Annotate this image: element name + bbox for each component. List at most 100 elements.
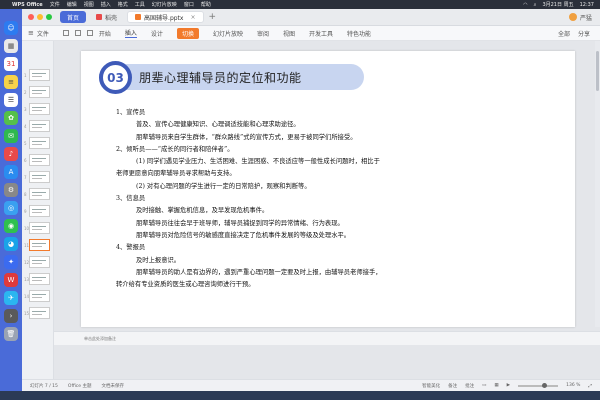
slide-thumbnail[interactable]: 4 bbox=[24, 120, 50, 132]
all-button[interactable]: 全部 bbox=[558, 29, 570, 38]
undo-icon[interactable] bbox=[86, 30, 93, 36]
tab-home[interactable]: 首页 bbox=[60, 11, 87, 23]
trash-icon[interactable]: 🗑 bbox=[4, 327, 18, 341]
file-menu[interactable]: ≡ 文件 bbox=[28, 29, 49, 38]
calendar-icon[interactable]: 31 bbox=[4, 57, 18, 71]
safari-icon[interactable]: ◎ bbox=[4, 201, 18, 215]
section-number-badge: 03 bbox=[99, 61, 132, 94]
app-menu[interactable]: WPS Office bbox=[12, 2, 43, 8]
ribbon-tab-transition[interactable]: 切换 bbox=[176, 27, 199, 39]
ribbon-tab-home[interactable]: 开始 bbox=[99, 29, 111, 38]
menu-view[interactable]: 视图 bbox=[84, 1, 94, 8]
desktop-background bbox=[0, 391, 600, 400]
finder-icon[interactable]: ☺ bbox=[4, 21, 18, 35]
vertical-scrollbar[interactable] bbox=[595, 41, 600, 327]
smart-beautify-button[interactable]: 智能美化 bbox=[422, 383, 440, 389]
slide-body[interactable]: 1、宣传员 普及、宣传心理健康知识、心理调适技能和心理求助途径。 朋辈辅导员来自… bbox=[116, 107, 571, 291]
tab-home-label: 首页 bbox=[67, 14, 80, 22]
ribbon-tab-features[interactable]: 特色功能 bbox=[347, 29, 371, 38]
sorter-view-icon[interactable]: ▦ bbox=[494, 383, 498, 388]
tab-document[interactable]: 高国辅导.pptx × bbox=[127, 11, 204, 23]
music-icon[interactable]: ♪ bbox=[4, 147, 18, 161]
maximize-window-icon[interactable] bbox=[46, 14, 52, 20]
photos-icon[interactable]: ✿ bbox=[4, 111, 18, 125]
comment-button[interactable]: 批注 bbox=[465, 383, 474, 389]
messages-icon[interactable]: ✉ bbox=[4, 129, 18, 143]
print-icon[interactable] bbox=[74, 30, 81, 36]
slide-thumbnail[interactable]: 15 bbox=[24, 307, 50, 319]
dingtalk-icon[interactable]: ✦ bbox=[4, 255, 18, 269]
feishu-icon[interactable]: ✈ bbox=[4, 291, 18, 305]
menu-insert[interactable]: 插入 bbox=[101, 1, 111, 8]
slide-thumbnail[interactable]: 1 bbox=[24, 69, 50, 81]
wps-window: 首页 稻壳 高国辅导.pptx × + 严猛 ≡ 文件 开始 插入 设计 切换 … bbox=[22, 9, 600, 391]
slide-title[interactable]: 朋辈心理辅导员的定位和功能 bbox=[139, 69, 302, 86]
wifi-icon[interactable]: ◠ bbox=[523, 2, 527, 8]
slide-thumbnail[interactable]: 2 bbox=[24, 86, 50, 98]
status-bar: 幻灯片 7 / 15 Office 主题 文档未保存 智能美化 备注 批注 ▭ … bbox=[22, 379, 600, 391]
ribbon: ≡ 文件 开始 插入 设计 切换 幻灯片放映 审阅 视图 开发工具 特色功能 全… bbox=[22, 26, 600, 41]
menu-slideshow[interactable]: 幻灯片放映 bbox=[152, 1, 177, 8]
scrollbar-thumb[interactable] bbox=[596, 51, 599, 91]
slide-thumbnail[interactable]: 13 bbox=[24, 273, 50, 285]
menu-tools[interactable]: 工具 bbox=[135, 1, 145, 8]
slide-thumbnail[interactable]: 5 bbox=[24, 137, 50, 149]
notes-pane[interactable]: 单击此处添加备注 bbox=[54, 331, 600, 345]
slide-canvas: 03 朋辈心理辅导员的定位和功能 1、宣传员 普及、宣传心理健康知识、心理调适技… bbox=[54, 41, 600, 379]
ribbon-tab-design[interactable]: 设计 bbox=[151, 29, 163, 38]
slide-thumbnail-selected[interactable]: 11 bbox=[24, 239, 50, 251]
close-tab-icon[interactable]: × bbox=[190, 14, 195, 21]
ribbon-tab-review[interactable]: 审阅 bbox=[257, 29, 269, 38]
launchpad-icon[interactable]: ▦ bbox=[4, 39, 18, 53]
tab-docer[interactable]: 稻壳 bbox=[89, 11, 124, 23]
menu-edit[interactable]: 编辑 bbox=[67, 1, 77, 8]
user-name: 严猛 bbox=[579, 14, 592, 22]
fit-window-icon[interactable]: ⤢ bbox=[588, 383, 592, 389]
menubar: WPS Office 文件 编辑 视图 插入 格式 工具 幻灯片放映 窗口 帮助… bbox=[0, 0, 600, 9]
body-line: 普及、宣传心理健康知识、心理调适技能和心理求助途径。 bbox=[136, 121, 300, 129]
slide-thumbnails: 1 2 3 4 5 6 7 8 9 10 11 12 13 14 15 bbox=[22, 41, 54, 379]
qq-icon[interactable]: ◕ bbox=[4, 237, 18, 251]
close-window-icon[interactable] bbox=[28, 14, 34, 20]
heading-line: 1、宣传员 bbox=[116, 109, 146, 116]
slide-thumbnail[interactable]: 10 bbox=[24, 222, 50, 234]
search-icon[interactable]: ⌕ bbox=[534, 2, 537, 8]
play-icon[interactable]: ▶ bbox=[507, 383, 510, 388]
menu-window[interactable]: 窗口 bbox=[184, 1, 194, 8]
menu-help[interactable]: 帮助 bbox=[201, 1, 211, 8]
save-icon[interactable] bbox=[62, 30, 69, 36]
user-account[interactable]: 严猛 bbox=[568, 13, 592, 22]
zoom-handle[interactable] bbox=[542, 382, 548, 388]
normal-view-icon[interactable]: ▭ bbox=[482, 383, 486, 388]
slide-thumbnail[interactable]: 14 bbox=[24, 290, 50, 302]
reminders-icon[interactable]: ☰ bbox=[4, 93, 18, 107]
menu-file[interactable]: 文件 bbox=[50, 1, 60, 8]
minimize-window-icon[interactable] bbox=[37, 14, 43, 20]
terminal-icon[interactable]: › bbox=[4, 309, 18, 323]
slide-thumbnail[interactable]: 7 bbox=[24, 171, 50, 183]
zoom-level[interactable]: 136 % bbox=[566, 383, 580, 388]
menu-format[interactable]: 格式 bbox=[118, 1, 128, 8]
wechat-icon[interactable]: ◉ bbox=[4, 219, 18, 233]
slide-thumbnail[interactable]: 6 bbox=[24, 154, 50, 166]
notes-icon[interactable]: ≡ bbox=[4, 75, 18, 89]
new-tab-icon[interactable]: + bbox=[209, 12, 217, 22]
slide-thumbnail[interactable]: 12 bbox=[24, 256, 50, 268]
ribbon-tab-view[interactable]: 视图 bbox=[283, 29, 295, 38]
settings-icon[interactable]: ⚙ bbox=[4, 183, 18, 197]
ribbon-tab-slideshow[interactable]: 幻灯片放映 bbox=[213, 29, 243, 38]
ribbon-tab-insert[interactable]: 插入 bbox=[124, 28, 137, 38]
ribbon-tab-developer[interactable]: 开发工具 bbox=[309, 29, 333, 38]
slide[interactable]: 03 朋辈心理辅导员的定位和功能 1、宣传员 普及、宣传心理健康知识、心理调适技… bbox=[81, 51, 575, 327]
zoom-slider[interactable] bbox=[518, 382, 559, 388]
notes-toggle-button[interactable]: 备注 bbox=[448, 383, 457, 389]
slide-thumbnail[interactable]: 3 bbox=[24, 103, 50, 115]
body-line: (2) 对有心理问题的学生进行一定的日常陪护，观察和判断等。 bbox=[136, 182, 311, 190]
share-button[interactable]: 分享 bbox=[578, 29, 590, 38]
date-label: 3月21日 周五 bbox=[542, 2, 574, 8]
slide-thumbnail[interactable]: 8 bbox=[24, 188, 50, 200]
slide-thumbnail[interactable]: 9 bbox=[24, 205, 50, 217]
appstore-icon[interactable]: A bbox=[4, 165, 18, 179]
status-right: 智能美化 备注 批注 ▭ ▦ ▶ 136 % ⤢ bbox=[422, 382, 592, 389]
wps-icon[interactable]: W bbox=[4, 273, 18, 287]
